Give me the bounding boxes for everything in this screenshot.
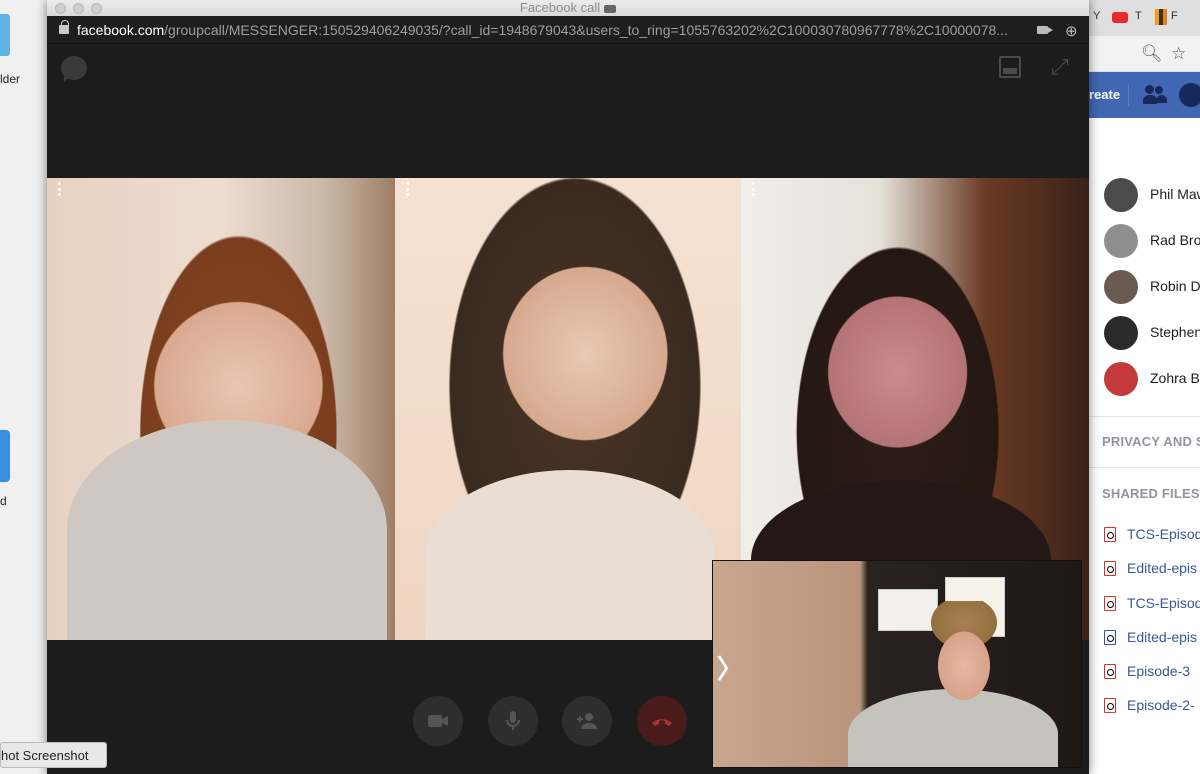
camera-icon[interactable]: [1037, 26, 1053, 34]
microphone-button[interactable]: [488, 696, 538, 746]
browser-window: Y T F 🔍︎ ☆ reate Phil Maw Rad Bro Robi: [1089, 0, 1200, 774]
privacy-section-title[interactable]: PRIVACY AND S: [1102, 434, 1200, 449]
avatar: [1104, 316, 1138, 350]
address-bar[interactable]: facebook.com/groupcall/MESSENGER:1505294…: [47, 16, 1089, 44]
zoom-icon[interactable]: 🔍︎: [1141, 44, 1163, 64]
zoom-icon[interactable]: ⊕: [1065, 22, 1078, 40]
person-item[interactable]: Rad Bro: [1089, 218, 1200, 264]
create-link[interactable]: reate: [1089, 87, 1120, 102]
doc-file-icon: [1104, 629, 1116, 645]
tab-favicon-icon[interactable]: [1155, 9, 1167, 25]
pdf-file-icon: [1104, 595, 1116, 611]
participant-body: [67, 420, 387, 640]
person-item[interactable]: Stephen: [1089, 310, 1200, 356]
person-name: Robin D: [1150, 278, 1200, 294]
bookmark-star-icon[interactable]: ☆: [1171, 44, 1186, 64]
avatar: [1104, 362, 1138, 396]
file-item[interactable]: TCS-Episod: [1089, 518, 1200, 552]
pdf-file-icon: [1104, 561, 1116, 577]
desktop-app-label: d: [0, 494, 7, 508]
window-title-text: Facebook call: [519, 0, 601, 15]
person-item[interactable]: Zohra B: [1089, 356, 1200, 402]
call-window: Facebook call facebook.com/groupcall/MES…: [47, 0, 1089, 774]
file-item[interactable]: Episode-3: [1089, 655, 1200, 689]
participant-video[interactable]: [395, 178, 741, 640]
file-item[interactable]: Edited-epis: [1089, 621, 1200, 655]
more-options-icon[interactable]: [752, 182, 755, 199]
url-domain: facebook.com: [77, 22, 165, 38]
browser-toolbar: 🔍︎ ☆: [1089, 36, 1200, 72]
lock-icon: [59, 20, 69, 34]
camera-toggle-button[interactable]: [413, 696, 463, 746]
url-path: /groupcall/MESSENGER:150529406249035/?ca…: [164, 22, 1008, 38]
self-face: [923, 601, 1005, 709]
file-name: TCS-Episod: [1127, 594, 1200, 611]
layout-icon[interactable]: [999, 56, 1021, 78]
section-divider: [1089, 467, 1200, 468]
section-divider: [1089, 416, 1200, 417]
person-item[interactable]: Phil Maw: [1089, 172, 1200, 218]
avatar: [1104, 178, 1138, 212]
fullscreen-icon[interactable]: ⤢: [1051, 54, 1069, 80]
pdf-file-icon: [1104, 664, 1116, 680]
file-item[interactable]: TCS-Episod: [1089, 587, 1200, 621]
people-list: Phil Maw Rad Bro Robin D Stephen Zohra B: [1089, 172, 1200, 402]
desktop: lder d: [0, 0, 48, 774]
folder-icon[interactable]: [0, 14, 10, 56]
window-title: Facebook call: [47, 0, 1089, 16]
more-options-icon[interactable]: [58, 182, 61, 199]
more-options-icon[interactable]: [406, 182, 409, 199]
person-name: Rad Bro: [1150, 232, 1200, 248]
file-name: Edited-epis: [1127, 560, 1198, 577]
audio-icon: [604, 4, 617, 13]
avatar: [1104, 224, 1138, 258]
person-name: Zohra B: [1150, 370, 1200, 386]
scroll-fade: [1089, 710, 1200, 774]
tab-label[interactable]: T: [1135, 10, 1142, 22]
self-view-video[interactable]: 〉: [712, 560, 1082, 768]
url-text[interactable]: facebook.com/groupcall/MESSENGER:1505294…: [77, 22, 1027, 38]
youtube-icon[interactable]: [1112, 12, 1128, 23]
add-person-button[interactable]: [562, 696, 612, 746]
tab-label[interactable]: Y: [1093, 10, 1100, 22]
participant-body: [425, 470, 715, 640]
file-name: TCS-Episod: [1127, 526, 1200, 542]
end-call-button[interactable]: [637, 696, 687, 746]
folder-label: lder: [0, 72, 21, 86]
chevron-right-icon[interactable]: 〉: [717, 649, 743, 686]
desktop-app-icon[interactable]: [0, 430, 10, 482]
tab-label[interactable]: F: [1171, 10, 1178, 22]
screenshot-tooltip: hot Screenshot: [0, 742, 107, 768]
shared-files-title[interactable]: SHARED FILES: [1102, 486, 1200, 501]
participant-video[interactable]: [47, 178, 395, 640]
header-divider: [1128, 84, 1129, 106]
file-item[interactable]: Edited-epis: [1089, 552, 1200, 586]
friends-icon[interactable]: [1143, 83, 1167, 105]
file-name: Edited-epis: [1127, 628, 1198, 645]
avatar: [1104, 270, 1138, 304]
chat-bubble-icon[interactable]: [61, 56, 87, 82]
facebook-header: reate: [1089, 72, 1200, 118]
shared-files-list: TCS-Episod Edited-epis TCS-Episod Edited…: [1089, 518, 1200, 724]
pdf-file-icon: [1104, 527, 1116, 542]
person-item[interactable]: Robin D: [1089, 264, 1200, 310]
browser-tab-strip: Y T F: [1089, 0, 1200, 36]
file-name: Episode-3: [1127, 663, 1191, 680]
person-name: Phil Maw: [1150, 186, 1200, 202]
messenger-icon[interactable]: [1179, 83, 1200, 107]
window-titlebar: Facebook call: [47, 0, 1089, 16]
person-name: Stephen: [1150, 324, 1200, 340]
